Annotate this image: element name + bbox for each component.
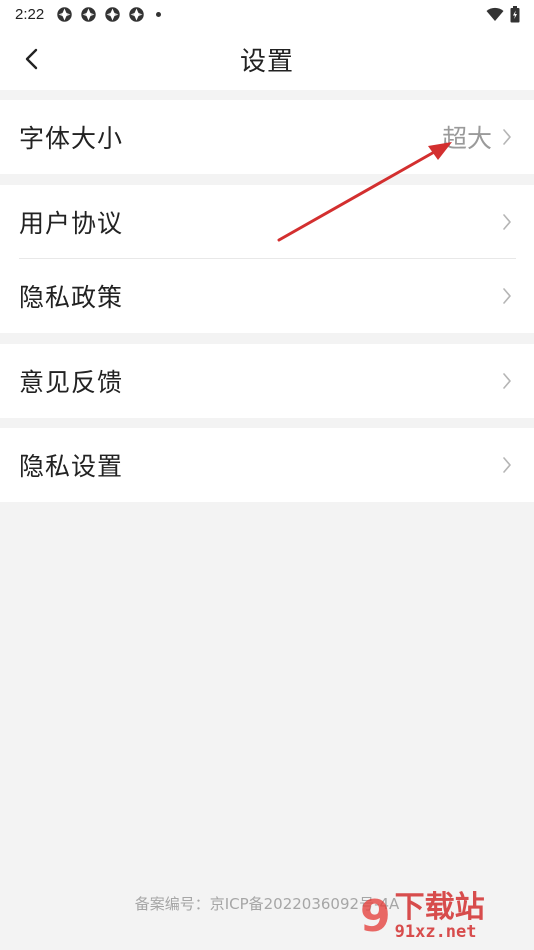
app-bar: 设置 <box>0 28 534 90</box>
chevron-right-icon <box>502 371 516 391</box>
font-size-row[interactable]: 字体大小 超大 <box>0 100 534 174</box>
app-notification-icon <box>129 6 144 22</box>
feedback-label: 意见反馈 <box>19 368 124 397</box>
status-time: 2:22 <box>15 5 45 23</box>
watermark-site-name: 下载站 <box>394 890 485 926</box>
chevron-right-icon <box>502 212 516 232</box>
page-title: 设置 <box>239 46 294 77</box>
status-bar: 2:22 <box>0 0 534 28</box>
settings-group-display: 字体大小 超大 <box>0 100 534 174</box>
notification-icons <box>56 6 162 23</box>
font-size-label: 字体大小 <box>19 124 124 153</box>
settings-group-feedback: 意见反馈 <box>0 344 534 418</box>
more-notifications-dot <box>156 11 162 17</box>
chevron-right-icon <box>502 455 516 475</box>
watermark-logo: 9 <box>360 891 391 942</box>
status-right <box>486 5 520 23</box>
back-button[interactable] <box>14 42 48 76</box>
app-notification-icon <box>57 6 72 22</box>
site-watermark: 9 下载站 91xz.net <box>360 888 530 946</box>
app-notification-icon <box>81 6 96 22</box>
settings-group-privacy: 隐私设置 <box>0 428 534 502</box>
chevron-right-icon <box>502 286 516 306</box>
font-size-value: 超大 <box>441 124 492 153</box>
settings-group-legal: 用户协议 隐私政策 <box>0 185 534 333</box>
privacy-policy-row[interactable]: 隐私政策 <box>0 259 534 333</box>
battery-icon <box>510 5 520 22</box>
chevron-right-icon <box>502 127 516 147</box>
app-notification-icon <box>105 6 120 22</box>
back-arrow-icon <box>25 48 38 70</box>
feedback-row[interactable]: 意见反馈 <box>0 344 534 418</box>
privacy-policy-label: 隐私政策 <box>19 283 124 312</box>
wifi-icon <box>486 7 504 21</box>
privacy-settings-row[interactable]: 隐私设置 <box>0 428 534 502</box>
user-agreement-row[interactable]: 用户协议 <box>0 185 534 259</box>
privacy-settings-label: 隐私设置 <box>19 452 124 481</box>
user-agreement-label: 用户协议 <box>19 209 124 238</box>
watermark-site-url: 91xz.net <box>394 921 477 942</box>
